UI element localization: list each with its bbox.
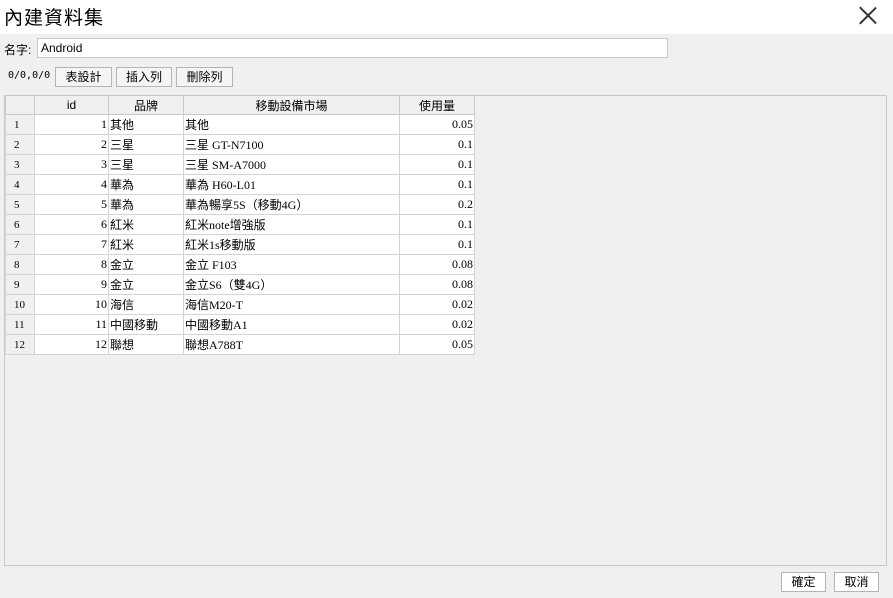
id-cell[interactable]: 4 bbox=[34, 174, 109, 195]
device-cell[interactable]: 紅米note增強版 bbox=[183, 214, 400, 235]
id-cell[interactable]: 8 bbox=[34, 254, 109, 275]
id-cell[interactable]: 10 bbox=[34, 294, 109, 315]
brand-cell[interactable]: 中國移動 bbox=[108, 314, 184, 335]
row-number-cell[interactable]: 2 bbox=[5, 134, 35, 155]
title-bar: 內建資料集 bbox=[0, 0, 893, 34]
row-number-cell[interactable]: 7 bbox=[5, 234, 35, 255]
id-cell[interactable]: 12 bbox=[34, 334, 109, 355]
close-icon[interactable] bbox=[859, 6, 877, 24]
column-header-usage[interactable]: 使用量 bbox=[399, 96, 475, 115]
row-number-cell[interactable]: 8 bbox=[5, 254, 35, 275]
table-row[interactable]: 11 11 中國移動 中國移動A1 0.02 bbox=[5, 314, 475, 335]
usage-cell[interactable]: 0.1 bbox=[399, 234, 475, 255]
table-design-button[interactable]: 表設計 bbox=[55, 67, 112, 87]
device-cell[interactable]: 三星 SM-A7000 bbox=[183, 154, 400, 175]
id-cell[interactable]: 9 bbox=[34, 274, 109, 295]
usage-cell[interactable]: 0.02 bbox=[399, 314, 475, 335]
brand-cell[interactable]: 聯想 bbox=[108, 334, 184, 355]
data-table: id 品牌 移動設備市場 使用量 1 1 其他 其他 0.05 2 2 三星 三星 GT-N71… bbox=[5, 96, 475, 355]
id-cell[interactable]: 7 bbox=[34, 234, 109, 255]
table-row[interactable]: 3 3 三星 三星 SM-A7000 0.1 bbox=[5, 154, 475, 175]
table-row[interactable]: 1 1 其他 其他 0.05 bbox=[5, 114, 475, 135]
name-label: 名字: bbox=[4, 43, 32, 57]
insert-row-button[interactable]: 插入列 bbox=[116, 67, 172, 87]
usage-cell[interactable]: 0.1 bbox=[399, 214, 475, 235]
row-counter: 0/0,0/0 bbox=[8, 70, 51, 81]
usage-cell[interactable]: 0.02 bbox=[399, 294, 475, 315]
brand-cell[interactable]: 金立 bbox=[108, 254, 184, 275]
table-row[interactable]: 10 10 海信 海信M20-T 0.02 bbox=[5, 294, 475, 315]
usage-cell[interactable]: 0.05 bbox=[399, 114, 475, 135]
device-cell[interactable]: 三星 GT-N7100 bbox=[183, 134, 400, 155]
brand-cell[interactable]: 其他 bbox=[108, 114, 184, 135]
id-cell[interactable]: 3 bbox=[34, 154, 109, 175]
dialog-content: 名字: Android 0/0,0/0 表設計 插入列 刪除列 id 品牌 移動… bbox=[0, 34, 893, 598]
usage-cell[interactable]: 0.1 bbox=[399, 154, 475, 175]
table-row[interactable]: 6 6 紅米 紅米note增強版 0.1 bbox=[5, 214, 475, 235]
table-row[interactable]: 7 7 紅米 紅米1s移動版 0.1 bbox=[5, 234, 475, 255]
brand-cell[interactable]: 海信 bbox=[108, 294, 184, 315]
usage-cell[interactable]: 0.05 bbox=[399, 334, 475, 355]
data-grid[interactable]: id 品牌 移動設備市場 使用量 1 1 其他 其他 0.05 2 2 三星 三星 GT-N71… bbox=[4, 95, 887, 566]
brand-cell[interactable]: 紅米 bbox=[108, 234, 184, 255]
name-input[interactable]: Android bbox=[37, 38, 668, 58]
brand-cell[interactable]: 華為 bbox=[108, 194, 184, 215]
row-number-cell[interactable]: 11 bbox=[5, 314, 35, 335]
row-number-cell[interactable]: 12 bbox=[5, 334, 35, 355]
device-cell[interactable]: 華為暢享5S（移動4G） bbox=[183, 194, 400, 215]
row-number-cell[interactable]: 6 bbox=[5, 214, 35, 235]
device-cell[interactable]: 金立 F103 bbox=[183, 254, 400, 275]
row-number-cell[interactable]: 4 bbox=[5, 174, 35, 195]
device-cell[interactable]: 華為 H60-L01 bbox=[183, 174, 400, 195]
id-cell[interactable]: 11 bbox=[34, 314, 109, 335]
table-row[interactable]: 5 5 華為 華為暢享5S（移動4G） 0.2 bbox=[5, 194, 475, 215]
brand-cell[interactable]: 三星 bbox=[108, 154, 184, 175]
table-row[interactable]: 4 4 華為 華為 H60-L01 0.1 bbox=[5, 174, 475, 195]
brand-cell[interactable]: 三星 bbox=[108, 134, 184, 155]
cancel-button[interactable]: 取消 bbox=[834, 572, 879, 592]
delete-row-button[interactable]: 刪除列 bbox=[176, 67, 233, 87]
id-cell[interactable]: 5 bbox=[34, 194, 109, 215]
id-cell[interactable]: 1 bbox=[34, 114, 109, 135]
corner-cell[interactable] bbox=[5, 96, 35, 115]
device-cell[interactable]: 聯想A788T bbox=[183, 334, 400, 355]
id-cell[interactable]: 2 bbox=[34, 134, 109, 155]
table-row[interactable]: 12 12 聯想 聯想A788T 0.05 bbox=[5, 334, 475, 355]
dialog-title: 內建資料集 bbox=[4, 8, 105, 29]
device-cell[interactable]: 中國移動A1 bbox=[183, 314, 400, 335]
table-row[interactable]: 2 2 三星 三星 GT-N7100 0.1 bbox=[5, 134, 475, 155]
row-number-cell[interactable]: 1 bbox=[5, 114, 35, 135]
row-number-cell[interactable]: 9 bbox=[5, 274, 35, 295]
row-number-cell[interactable]: 5 bbox=[5, 194, 35, 215]
row-number-cell[interactable]: 10 bbox=[5, 294, 35, 315]
column-header-brand[interactable]: 品牌 bbox=[108, 96, 184, 115]
usage-cell[interactable]: 0.1 bbox=[399, 134, 475, 155]
table-row[interactable]: 9 9 金立 金立S6（雙4G） 0.08 bbox=[5, 274, 475, 295]
usage-cell[interactable]: 0.2 bbox=[399, 194, 475, 215]
table-row[interactable]: 8 8 金立 金立 F103 0.08 bbox=[5, 254, 475, 275]
column-header-id[interactable]: id bbox=[34, 96, 109, 115]
device-cell[interactable]: 紅米1s移動版 bbox=[183, 234, 400, 255]
usage-cell[interactable]: 0.08 bbox=[399, 274, 475, 295]
row-number-cell[interactable]: 3 bbox=[5, 154, 35, 175]
brand-cell[interactable]: 華為 bbox=[108, 174, 184, 195]
brand-cell[interactable]: 金立 bbox=[108, 274, 184, 295]
device-cell[interactable]: 金立S6（雙4G） bbox=[183, 274, 400, 295]
ok-button[interactable]: 確定 bbox=[781, 572, 826, 592]
id-cell[interactable]: 6 bbox=[34, 214, 109, 235]
column-header-device[interactable]: 移動設備市場 bbox=[183, 96, 400, 115]
usage-cell[interactable]: 0.1 bbox=[399, 174, 475, 195]
device-cell[interactable]: 其他 bbox=[183, 114, 400, 135]
device-cell[interactable]: 海信M20-T bbox=[183, 294, 400, 315]
usage-cell[interactable]: 0.08 bbox=[399, 254, 475, 275]
brand-cell[interactable]: 紅米 bbox=[108, 214, 184, 235]
